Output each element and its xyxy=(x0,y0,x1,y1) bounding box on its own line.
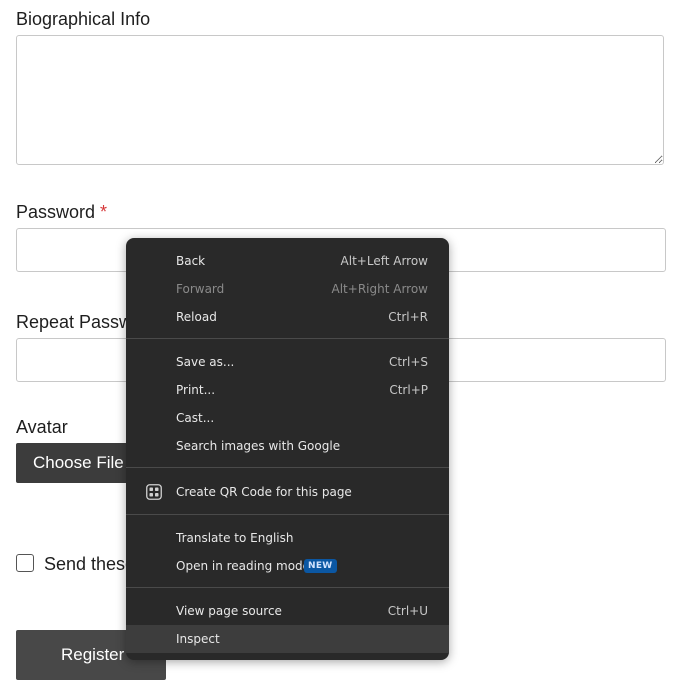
menu-item-label: Create QR Code for this page xyxy=(176,485,352,499)
menu-item-label: Search images with Google xyxy=(176,439,341,453)
menu-item-shortcut: Alt+Right Arrow xyxy=(331,282,428,296)
menu-item-label: Back xyxy=(176,254,206,268)
menu-item-shortcut: Ctrl+R xyxy=(388,310,428,324)
menu-item-reload[interactable]: Reload Ctrl+R xyxy=(126,303,449,331)
menu-item-forward: Forward Alt+Right Arrow xyxy=(126,275,449,303)
menu-item-label: Cast... xyxy=(176,411,215,425)
menu-separator xyxy=(126,467,449,468)
menu-item-cast[interactable]: Cast... xyxy=(126,404,449,432)
avatar-label: Avatar xyxy=(16,417,68,437)
menu-item-print[interactable]: Print... Ctrl+P xyxy=(126,376,449,404)
menu-item-reading-mode[interactable]: Open in reading mode NEW xyxy=(126,552,449,580)
checkbox-label: Send these xyxy=(44,554,136,574)
menu-item-view-source[interactable]: View page source Ctrl+U xyxy=(126,597,449,625)
menu-item-shortcut: Ctrl+U xyxy=(387,604,428,618)
required-marker: * xyxy=(100,202,108,222)
menu-item-search-images[interactable]: Search images with Google xyxy=(126,432,449,460)
menu-item-shortcut: Ctrl+P xyxy=(389,383,428,397)
qr-code-icon xyxy=(146,484,162,500)
menu-separator xyxy=(126,514,449,515)
menu-item-label: Inspect xyxy=(176,632,220,646)
menu-item-translate[interactable]: Translate to English xyxy=(126,524,449,552)
menu-item-save-as[interactable]: Save as... Ctrl+S xyxy=(126,348,449,376)
menu-item-label: Reload xyxy=(176,310,217,324)
context-menu: Back Alt+Left Arrow Forward Alt+Right Ar… xyxy=(126,238,449,660)
password-label: Password * xyxy=(16,201,107,223)
menu-item-label: Open in reading mode xyxy=(176,559,311,573)
menu-item-label: Print... xyxy=(176,383,216,397)
bio-label: Biographical Info xyxy=(16,9,151,29)
menu-item-label: Translate to English xyxy=(176,531,294,545)
menu-item-label: Save as... xyxy=(176,355,235,369)
menu-item-shortcut: Alt+Left Arrow xyxy=(340,254,428,268)
menu-separator xyxy=(126,587,449,588)
bio-textarea[interactable] xyxy=(16,35,664,165)
choose-file-button[interactable]: Choose File xyxy=(16,443,140,483)
menu-item-inspect[interactable]: Inspect xyxy=(126,625,449,653)
send-checkbox[interactable] xyxy=(16,554,34,572)
menu-item-create-qr[interactable]: Create QR Code for this page xyxy=(126,478,449,506)
menu-separator xyxy=(126,338,449,339)
password-label-text: Password xyxy=(16,202,96,222)
new-badge: NEW xyxy=(304,559,337,573)
menu-item-shortcut: Ctrl+S xyxy=(388,355,428,369)
menu-item-back[interactable]: Back Alt+Left Arrow xyxy=(126,247,449,275)
menu-item-label: View page source xyxy=(176,604,282,618)
repeat-password-label: Repeat Passw xyxy=(16,312,133,332)
menu-item-label: Forward xyxy=(176,282,225,296)
